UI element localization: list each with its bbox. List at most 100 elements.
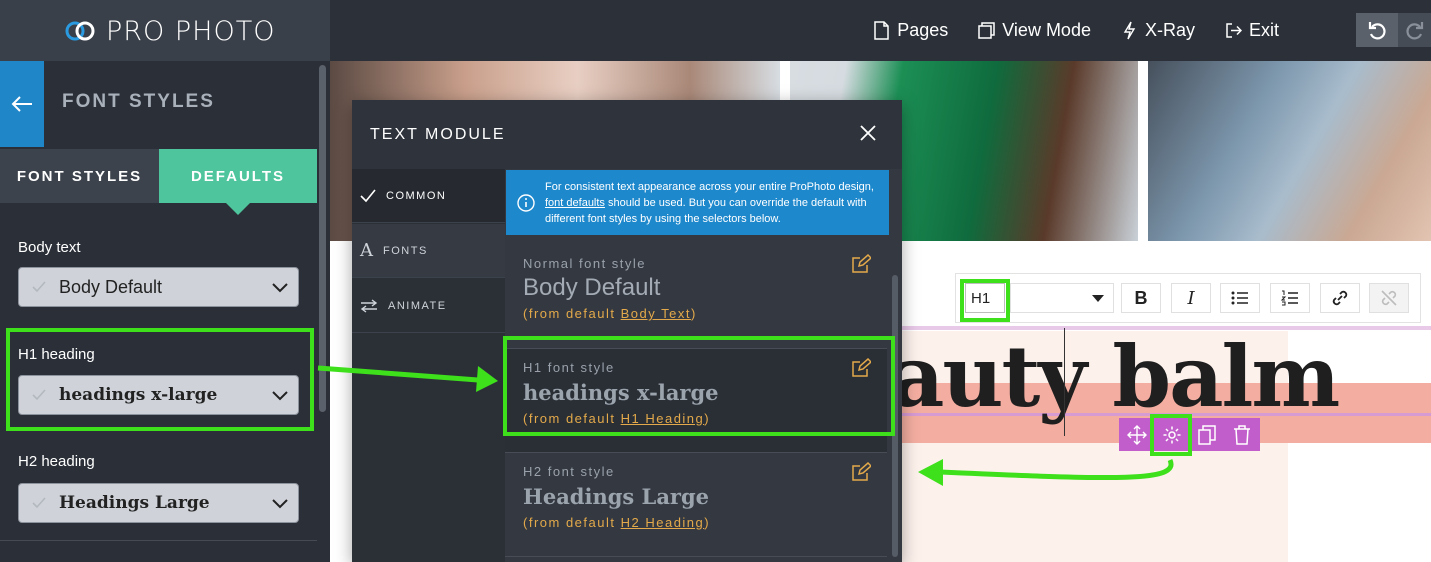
logo[interactable]: PRO PHOTO [64,14,275,48]
info-text-part1: For consistent text appearance across yo… [545,181,874,193]
fs-from: (from default H2 Heading) [523,515,710,530]
font-defaults-link[interactable]: font defaults [545,197,605,209]
chevron-down-icon [272,283,288,293]
fs-label: Normal font style [523,256,647,271]
close-icon[interactable] [859,124,877,142]
text-module-panel: TEXT MODULE COMMON A FONTS ANIMATE For c… [352,100,902,562]
italic-icon: I [1187,287,1195,309]
exit-label: Exit [1248,20,1279,40]
bullet-list-button[interactable] [1220,283,1260,313]
sidebar-divider [0,540,317,541]
h2-heading-default-link[interactable]: H2 Heading [621,515,705,530]
info-icon [517,194,535,212]
font-styles-sidebar: FONT STYLES FONT STYLES DEFAULTS Body te… [0,61,330,562]
unlink-icon [1381,290,1397,306]
fs-from-suffix: ) [704,515,711,530]
body-text-default-link[interactable]: Body Text [621,306,691,321]
redo-button[interactable] [1398,13,1431,47]
sidebar-scrollbar[interactable] [319,65,326,412]
fs-label: H2 font style [523,464,615,479]
heading-text[interactable]: auty balm [890,327,1340,426]
nav-fonts[interactable]: A FONTS [352,224,505,278]
nav-animate[interactable]: ANIMATE [352,279,505,333]
panel-header: TEXT MODULE [352,100,902,168]
xray-button[interactable]: X-Ray [1121,20,1195,41]
view-mode-label: View Mode [1002,20,1091,40]
edit-icon[interactable] [851,254,871,274]
font-letter-icon: A [360,240,373,261]
body-text-label: Body text [18,239,81,256]
nav-common-label: COMMON [386,189,447,202]
link-icon [1332,290,1348,306]
undo-button[interactable] [1356,13,1398,47]
font-style-dropdown[interactable] [1010,283,1114,313]
nav-animate-label: ANIMATE [388,299,447,312]
duplicate-button[interactable] [1189,418,1224,451]
exit-button[interactable]: Exit [1225,20,1279,41]
numbered-list-icon [1281,290,1298,306]
annotation-box-panel-h1 [503,336,895,436]
back-button[interactable] [0,61,44,147]
numbered-list-button[interactable] [1270,283,1310,313]
body-text-value: Body Default [59,276,163,297]
page-icon [874,21,889,40]
arrow-left-icon [11,96,32,112]
h2-heading-value: Headings Large [59,493,210,513]
nav-fonts-label: FONTS [383,244,428,257]
trash-icon [1233,424,1250,445]
undo-redo-group [1356,13,1431,47]
bold-icon: B [1134,287,1148,308]
sidebar-title: FONT STYLES [62,91,215,112]
edit-icon[interactable] [851,462,871,482]
bold-button[interactable]: B [1121,283,1161,313]
photo-woman-denim-jacket[interactable] [1148,61,1431,241]
exit-icon [1226,23,1242,38]
unlink-button[interactable] [1369,283,1409,313]
info-banner: For consistent text appearance across yo… [506,170,889,235]
chevron-down-icon [272,499,288,509]
check-icon [32,281,46,293]
copy-icon [1197,424,1216,445]
view-mode-button[interactable]: View Mode [978,20,1091,41]
pages-button[interactable]: Pages [873,20,948,41]
italic-button[interactable]: I [1171,283,1211,313]
top-nav: Pages View Mode X-Ray Exit [873,0,1279,61]
tab-font-styles[interactable]: FONT STYLES [0,149,159,203]
prophoto-logo-icon [65,21,95,41]
body-text-select[interactable]: Body Default [18,267,299,307]
move-icon [1126,424,1147,445]
fs-name: Headings Large [523,484,710,509]
logo-area: PRO PHOTO [0,0,330,61]
h2-heading-select[interactable]: Headings Large [18,483,299,523]
undo-icon [1368,22,1386,40]
fs-from-prefix: (from default [523,515,616,530]
bullet-list-icon [1231,291,1248,305]
lightning-icon [1123,21,1136,40]
swap-arrows-icon [360,298,378,313]
panel-title: TEXT MODULE [370,126,506,143]
annotation-box-sidebar-h1 [6,328,314,431]
tab-defaults[interactable]: DEFAULTS [159,149,317,215]
logo-text: PRO PHOTO [106,15,276,47]
pages-label: Pages [897,20,949,40]
sidebar-tabs: FONT STYLES DEFAULTS [0,149,317,215]
h2-heading-label: H2 heading [18,453,95,470]
redo-icon [1405,22,1423,40]
annotation-box-settings [1150,414,1192,456]
nav-common[interactable]: COMMON [352,169,505,223]
h2-font-style-row[interactable]: H2 font style Headings Large (from defau… [505,453,887,557]
move-button[interactable] [1119,418,1154,451]
info-text: For consistent text appearance across yo… [545,179,881,227]
fs-from-prefix: (from default [523,306,616,321]
annotation-box-toolbar-h1 [960,279,1010,322]
check-icon [360,188,376,202]
link-button[interactable] [1320,283,1360,313]
windows-icon [978,22,995,39]
check-icon [32,497,46,509]
delete-button[interactable] [1224,418,1259,451]
top-bar: PRO PHOTO Pages View Mode X-Ray Exit [0,0,1431,61]
normal-font-style-row[interactable]: Normal font style Body Default (from def… [505,245,887,349]
fs-from-suffix: ) [690,306,697,321]
text-cursor [1064,328,1065,436]
caret-down-icon [1092,295,1104,302]
